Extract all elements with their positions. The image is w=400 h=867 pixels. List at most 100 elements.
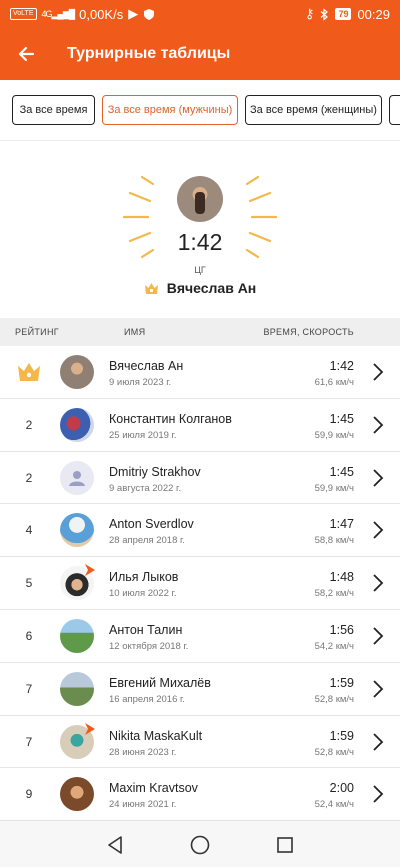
avatar[interactable] xyxy=(60,777,94,812)
leader-name: Вячеслав Ан xyxy=(166,280,257,296)
athlete-date: 24 июня 2021 г. xyxy=(109,799,177,811)
crown-icon xyxy=(18,363,40,381)
network-speed: 0,00K/s xyxy=(79,6,124,22)
athlete-date: 28 апреля 2018 г. xyxy=(109,535,185,547)
table-row[interactable]: 4 Anton Sverdlov 28 апреля 2018 г. 1:47 … xyxy=(0,504,400,558)
leader-card: 1:42 ЦГ Вячеслав Ан xyxy=(0,140,400,318)
battery-icon: 79 xyxy=(335,8,352,20)
athlete-speed: 52,8 км/ч xyxy=(314,746,354,758)
key-icon: ⚷ xyxy=(304,6,315,21)
athlete-speed: 54,2 км/ч xyxy=(314,640,354,652)
athlete-date: 9 августа 2022 г. xyxy=(109,482,181,494)
nav-home-button[interactable] xyxy=(188,833,212,857)
table-row[interactable]: Вячеслав Ан 9 июля 2023 г. 1:42 61,6 км/… xyxy=(0,346,400,399)
athlete-time: 1:59 xyxy=(329,675,354,690)
rank-number: 6 xyxy=(25,628,33,643)
arrow-left-icon xyxy=(18,46,35,62)
leader-time: 1:42 xyxy=(177,229,223,255)
rank-number: 2 xyxy=(25,417,33,432)
rank-number: 5 xyxy=(25,576,33,591)
avatar[interactable] xyxy=(60,355,94,389)
chevron-right-icon[interactable] xyxy=(372,732,384,752)
strava-badge-icon xyxy=(85,722,95,735)
strava-badge-icon xyxy=(85,564,95,577)
leader-avatar[interactable] xyxy=(177,176,223,222)
athlete-date: 25 июля 2019 г. xyxy=(109,429,177,441)
athlete-date: 16 апреля 2016 г. xyxy=(109,693,185,705)
bluetooth-icon xyxy=(321,7,329,21)
athlete-name: Anton Sverdlov xyxy=(109,517,194,532)
filter-all-time[interactable]: За все время xyxy=(12,95,95,125)
athlete-date: 10 июля 2022 г. xyxy=(109,588,177,600)
avatar[interactable] xyxy=(60,671,94,706)
athlete-time: 1:45 xyxy=(329,411,354,426)
filter-bar[interactable]: За все время За все время (мужчины) За в… xyxy=(0,80,400,140)
athlete-name: Вячеслав Ан xyxy=(109,359,184,373)
column-time-speed: ВРЕМЯ, СКОРОСТЬ xyxy=(263,327,354,337)
nav-back-button[interactable] xyxy=(103,833,127,857)
athlete-name: Евгений Михалёв xyxy=(109,675,211,690)
table-row[interactable]: 5 Илья Лыков 10 июля 2022 г. 1:48 58,2 к… xyxy=(0,557,400,610)
athlete-time: 1:45 xyxy=(329,464,354,479)
triangle-back-icon xyxy=(108,836,122,854)
chevron-right-icon[interactable] xyxy=(372,520,384,540)
athlete-speed: 52,4 км/ч xyxy=(314,799,354,811)
rank-number: 7 xyxy=(25,681,33,696)
table-header: РЕЙТИНГ ИМЯ ВРЕМЯ, СКОРОСТЬ xyxy=(0,318,400,346)
chevron-right-icon[interactable] xyxy=(372,362,384,382)
athlete-speed: 61,6 км/ч xyxy=(314,377,354,388)
rank-number: 9 xyxy=(25,787,33,802)
leader-badge: ЦГ xyxy=(194,265,206,275)
chevron-right-icon[interactable] xyxy=(372,573,384,593)
avatar[interactable] xyxy=(60,513,94,548)
table-row[interactable]: 7 Евгений Михалёв 16 апреля 2016 г. 1:59… xyxy=(0,662,400,716)
rank-number: 7 xyxy=(25,734,33,749)
crown-icon xyxy=(144,282,158,294)
page-title: Турнирные таблицы xyxy=(67,45,231,62)
avatar[interactable] xyxy=(60,618,94,653)
chevron-right-icon[interactable] xyxy=(372,415,384,435)
rank-crown xyxy=(14,346,44,398)
avatar[interactable] xyxy=(60,407,94,442)
user-placeholder-icon xyxy=(69,470,85,486)
nav-recents-button[interactable] xyxy=(273,833,297,857)
chevron-right-icon[interactable] xyxy=(372,468,384,488)
filter-all-time-women[interactable]: За все время (женщины) xyxy=(245,95,382,125)
table-row[interactable]: 6 Антон Талин 12 октября 2018 г. 1:56 54… xyxy=(0,609,400,663)
rank-number: 4 xyxy=(25,523,33,538)
athlete-name: Константин Колганов xyxy=(109,411,232,426)
chevron-right-icon[interactable] xyxy=(372,679,384,699)
athlete-speed: 59,9 км/ч xyxy=(314,429,354,441)
back-button[interactable] xyxy=(0,28,52,80)
athlete-name: Nikita MaskaKult xyxy=(109,728,203,743)
athlete-date: 28 июня 2023 г. xyxy=(109,746,177,758)
square-recents-icon xyxy=(277,837,293,853)
filter-more[interactable] xyxy=(389,95,400,125)
rank-number: 2 xyxy=(25,470,33,485)
signal-icon: 4G▂▄▆█ xyxy=(41,8,76,19)
filter-all-time-men[interactable]: За все время (мужчины) xyxy=(102,95,238,125)
athlete-time: 1:48 xyxy=(329,570,354,585)
leaderboard-list: Вячеслав Ан 9 июля 2023 г. 1:42 61,6 км/… xyxy=(0,346,400,822)
volte-indicator: VoLTE xyxy=(10,8,37,20)
play-icon: ▶ xyxy=(128,6,139,21)
network-type: 4G xyxy=(41,8,53,19)
athlete-name: Антон Талин xyxy=(109,622,183,637)
table-row[interactable]: 2 Dmitriy Strakhov 9 августа 2022 г. 1:4… xyxy=(0,451,400,505)
avatar[interactable] xyxy=(60,460,94,495)
column-name: ИМЯ xyxy=(124,327,146,337)
athlete-name: Dmitriy Strakhov xyxy=(109,464,201,479)
athlete-time: 1:59 xyxy=(329,728,354,743)
leader-name-row[interactable]: Вячеслав Ан xyxy=(0,280,400,296)
athlete-speed: 52,8 км/ч xyxy=(314,693,354,705)
chevron-right-icon[interactable] xyxy=(372,784,384,804)
app-bar: Турнирные таблицы xyxy=(0,28,400,80)
athlete-name: Илья Лыков xyxy=(109,570,179,585)
athlete-time: 2:00 xyxy=(329,781,354,796)
system-nav-bar xyxy=(0,820,400,867)
table-row[interactable]: 7 Nikita MaskaKult 28 июня 2023 г. 1:59 … xyxy=(0,715,400,769)
athlete-speed: 58,8 км/ч xyxy=(314,535,354,547)
chevron-right-icon[interactable] xyxy=(372,626,384,646)
table-row[interactable]: 2 Константин Колганов 25 июля 2019 г. 1:… xyxy=(0,398,400,452)
table-row[interactable]: 9 Maxim Kravtsov 24 июня 2021 г. 2:00 52… xyxy=(0,768,400,822)
